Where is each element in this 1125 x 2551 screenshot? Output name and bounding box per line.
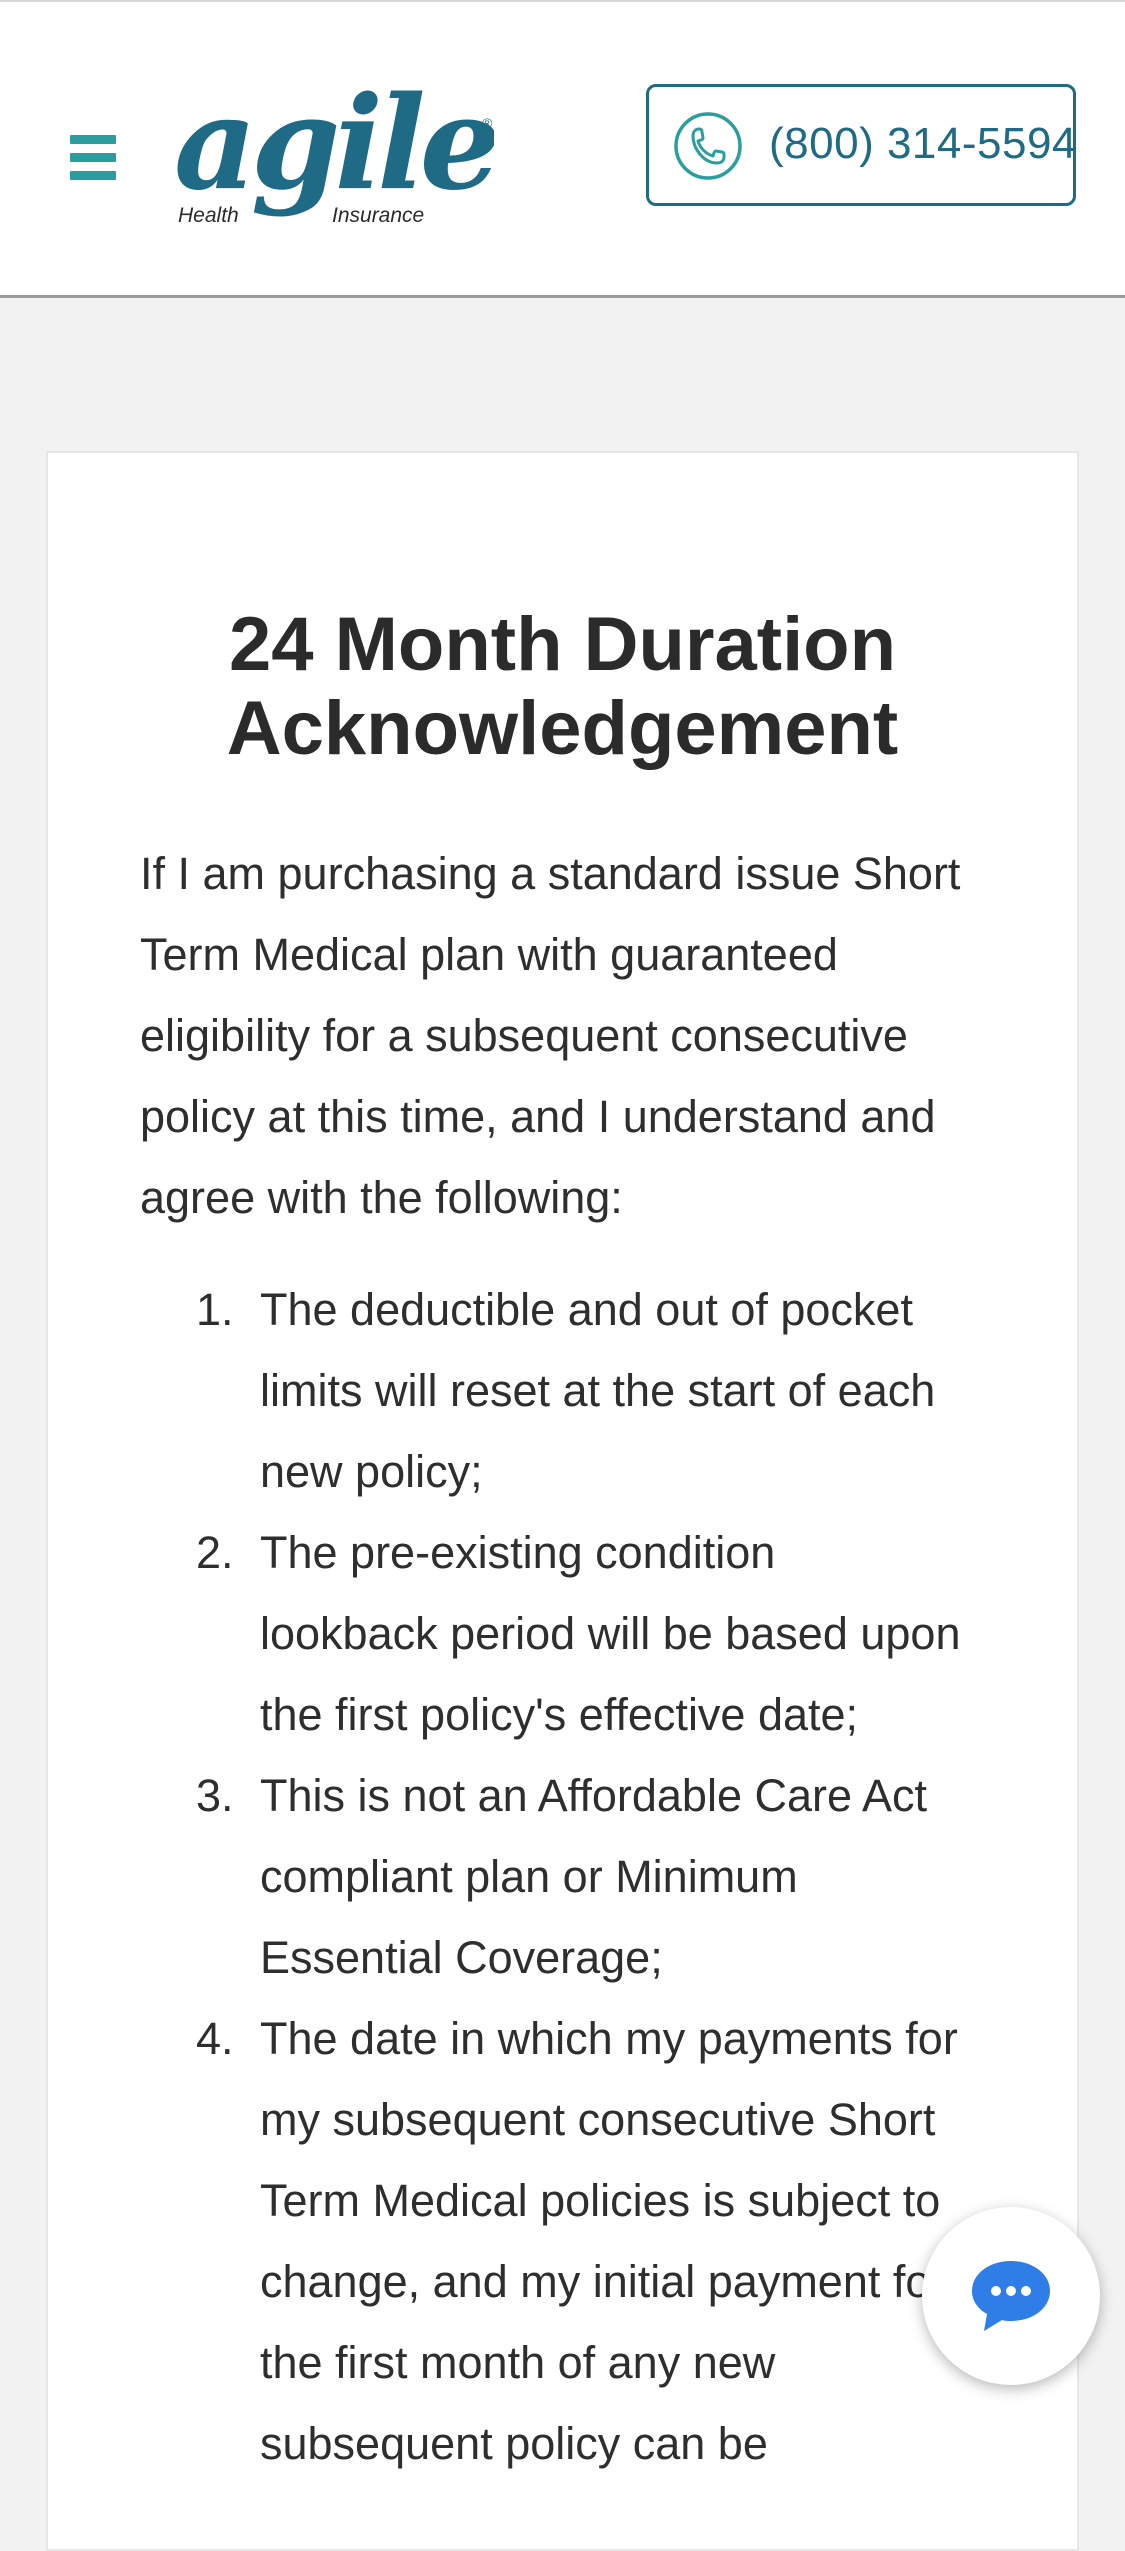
intro-line: Term Medical plan with guaranteed [140, 929, 838, 980]
call-phone-button[interactable]: (800) 314-5594 [646, 84, 1076, 206]
logo-registered-mark: ® [482, 115, 493, 131]
list-item-number: 2. [196, 1527, 234, 1578]
list-item-line: limits will reset at the start of each [260, 1365, 936, 1416]
menu-bar-middle [70, 153, 116, 162]
list-item-number: 1. [196, 1284, 234, 1335]
intro-line: If I am purchasing a standard issue Shor… [140, 848, 961, 899]
list-item-line: The deductible and out of pocket [260, 1284, 913, 1335]
list-item-line: compliant plan or Minimum [260, 1851, 798, 1902]
list-item-line: the first month of any new [260, 2337, 776, 2388]
chat-button[interactable] [922, 2207, 1100, 2385]
page-title: 24 Month Duration Acknowledgement [48, 603, 1077, 771]
list-item-line: The date in which my payments for [260, 2013, 958, 2064]
logo-insurance-text: Insurance [332, 204, 424, 227]
list-item-line: change, and my initial payment for [260, 2256, 946, 2307]
title-line-1: 24 Month Duration [228, 602, 897, 687]
list-item-number: 3. [196, 1770, 234, 1821]
list-item: 3. This is not an Affordable Care Act co… [140, 1755, 1040, 1998]
list-item-line: This is not an Affordable Care Act [260, 1770, 928, 1821]
menu-bar-bottom [70, 171, 116, 180]
agile-health-insurance-logo[interactable]: agile ® Health Insurance [174, 72, 494, 234]
list-item-number: 4. [196, 2013, 234, 2064]
intro-line: policy at this time, and I understand an… [140, 1091, 936, 1142]
list-item-line: the first policy's effective date; [260, 1689, 859, 1740]
menu-bar-top [70, 135, 116, 144]
list-item: 1. The deductible and out of pocket limi… [140, 1269, 1040, 1512]
list-item-line: subsequent policy can be [260, 2418, 768, 2469]
list-item-line: Essential Coverage; [260, 1932, 663, 1983]
title-line-2: Acknowledgement [226, 686, 899, 771]
list-item-line: my subsequent consecutive Short [260, 2094, 936, 2145]
acknowledgement-terms-list: 1. The deductible and out of pocket limi… [140, 1269, 1040, 2484]
list-item-line: The pre-existing condition [260, 1527, 776, 1578]
intro-paragraph: If I am purchasing a standard issue Shor… [140, 833, 1040, 1238]
chat-bubble-icon [972, 2261, 1050, 2331]
list-item-line: lookback period will be based upon [260, 1608, 961, 1659]
acknowledgement-card: 24 Month Duration Acknowledgement If I a… [46, 451, 1079, 2551]
phone-number-text: (800) 314-5594 [769, 119, 1077, 168]
intro-line: agree with the following: [140, 1172, 623, 1223]
list-item-line: Term Medical policies is subject to [260, 2175, 941, 2226]
hamburger-menu-icon[interactable] [70, 135, 116, 181]
phone-icon [673, 111, 743, 181]
site-header: agile ® Health Insurance (800) 314-5594 [0, 0, 1125, 298]
logo-wordmark: agile [174, 72, 494, 219]
logo-health-text: Health [178, 204, 239, 227]
list-item: 2. The pre-existing condition lookback p… [140, 1512, 1040, 1755]
intro-line: eligibility for a subsequent consecutive [140, 1010, 908, 1061]
list-item: 4. The date in which my payments for my … [140, 1998, 1040, 2484]
list-item-line: new policy; [260, 1446, 483, 1497]
